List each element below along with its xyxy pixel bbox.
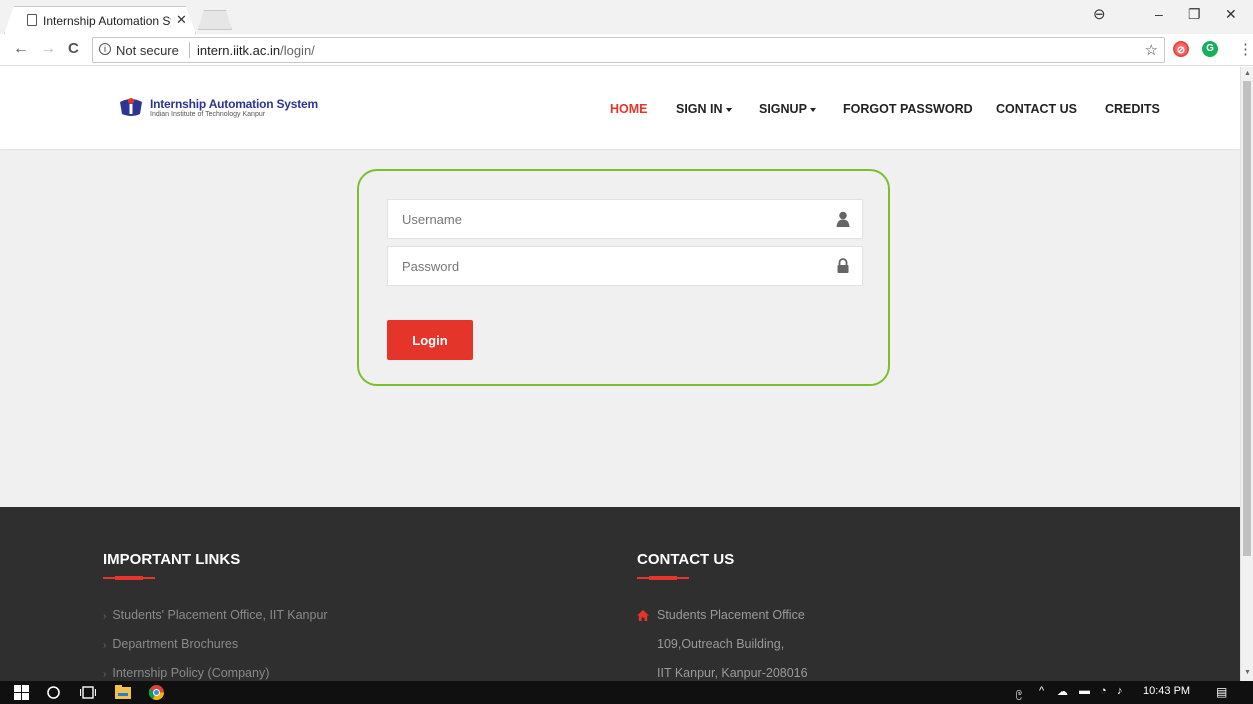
footer-link[interactable]: › Department Brochures [103, 637, 238, 651]
windows-icon[interactable] [14, 685, 29, 700]
url-text[interactable]: intern.iitk.ac.in/login/ [197, 43, 315, 58]
contact-us-heading: CONTACT US [637, 551, 735, 568]
contact-address-line-1: 109,Outreach Building, [657, 637, 785, 651]
back-icon[interactable]: ← [13, 40, 29, 58]
site-footer: IMPORTANT LINKS › Students' Placement Off… [0, 507, 1240, 681]
heading-underline [637, 576, 689, 580]
browser-tab[interactable]: Internship Automation Sy ✕ [4, 6, 196, 34]
file-explorer-icon[interactable] [115, 685, 131, 700]
grammarly-icon[interactable]: G [1202, 41, 1218, 57]
reload-icon[interactable]: C [68, 40, 79, 57]
volume-icon[interactable]: ♪ [1117, 685, 1123, 697]
page-scrollbar[interactable]: ▲ ▼ [1240, 67, 1253, 681]
heading-underline [103, 576, 155, 580]
clock[interactable]: 10:43 PM [1143, 685, 1190, 697]
footer-link-label: Internship Policy (Company) [112, 666, 270, 680]
nav-signup-label: SIGNUP [759, 102, 807, 116]
window-close-button[interactable]: ✕ [1225, 6, 1237, 23]
footer-link-label: Students' Placement Office, IIT Kanpur [112, 608, 328, 622]
security-label: Not secure [116, 43, 179, 58]
user-icon [836, 211, 850, 227]
username-field[interactable] [387, 199, 863, 239]
nav-contact-us[interactable]: CONTACT US [996, 102, 1077, 116]
page-viewport: Internship Automation System Indian Inst… [0, 67, 1240, 681]
omnibox-divider [189, 42, 190, 58]
footer-link-label: Department Brochures [112, 637, 239, 651]
chevron-down-icon [725, 107, 732, 112]
star-icon[interactable]: ☆ [1145, 41, 1158, 59]
important-links-heading: IMPORTANT LINKS [103, 551, 241, 568]
windows-taskbar: ဨ ^ ☁ ▬ ◔ ♪ 10:43 PM ▤ [0, 681, 1253, 704]
profile-icon[interactable]: ⊖ [1093, 5, 1106, 23]
username-input[interactable] [388, 200, 808, 238]
info-icon[interactable]: i [99, 43, 111, 55]
new-tab-button[interactable] [198, 10, 232, 30]
address-bar-row: ← → C i Not secure intern.iitk.ac.in/log… [0, 34, 1253, 66]
chevron-right-icon: › [103, 640, 107, 651]
contact-office: Students Placement Office [657, 608, 805, 622]
nav-home[interactable]: HOME [610, 102, 648, 116]
brand[interactable]: Internship Automation System Indian Inst… [150, 97, 318, 118]
password-input[interactable] [388, 247, 808, 285]
url-path: /login/ [280, 43, 315, 58]
close-icon[interactable]: ✕ [176, 12, 187, 28]
page-icon [27, 14, 37, 26]
password-field[interactable] [387, 246, 863, 286]
chevron-down-icon [809, 107, 816, 112]
site-header: Internship Automation System Indian Inst… [0, 67, 1240, 149]
scroll-thumb[interactable] [1243, 81, 1251, 556]
tab-title: Internship Automation Sy [43, 14, 171, 28]
chrome-icon[interactable] [149, 685, 164, 700]
scroll-up-icon[interactable]: ▲ [1244, 70, 1251, 77]
nav-signup[interactable]: SIGNUP [759, 102, 816, 116]
login-button[interactable]: Login [387, 320, 473, 360]
forward-icon[interactable]: → [40, 40, 56, 58]
wifi-icon[interactable]: ◔ [1100, 685, 1107, 697]
action-center-icon[interactable]: ▤ [1216, 685, 1227, 699]
home-icon [637, 610, 649, 621]
footer-link[interactable]: › Students' Placement Office, IIT Kanpur [103, 608, 328, 622]
tab-strip: Internship Automation Sy ✕ ⊖ – ❐ ✕ [0, 0, 1253, 34]
task-view-icon[interactable] [80, 685, 96, 700]
contact-address-line-2: IIT Kanpur, Kanpur-208016 [657, 666, 808, 680]
show-hidden-icons[interactable]: ^ [1039, 685, 1044, 697]
browser-menu-icon[interactable]: ⋮ [1238, 40, 1253, 58]
nav-credits[interactable]: CREDITS [1105, 102, 1160, 116]
chevron-right-icon: › [103, 611, 107, 622]
url-host: intern.iitk.ac.in [197, 43, 281, 58]
restore-button[interactable]: ❐ [1188, 6, 1201, 23]
nav-sign-in[interactable]: SIGN IN [676, 102, 732, 116]
onedrive-icon[interactable]: ☁ [1057, 685, 1068, 698]
logo-icon[interactable] [118, 96, 144, 118]
nav-sign-in-label: SIGN IN [676, 102, 723, 116]
lock-icon [837, 258, 849, 273]
battery-icon[interactable]: ▬ [1079, 685, 1090, 697]
login-card: Login [357, 169, 890, 386]
nav-forgot-password[interactable]: FORGOT PASSWORD [843, 102, 973, 116]
omnibox[interactable]: i Not secure intern.iitk.ac.in/login/ ☆ [92, 37, 1165, 63]
people-icon[interactable]: ဨ [1016, 685, 1022, 701]
scroll-down-icon[interactable]: ▼ [1244, 669, 1251, 676]
brand-subtitle: Indian Institute of Technology Kanpur [150, 111, 266, 118]
extension-block-icon[interactable]: ⊘ [1173, 41, 1189, 57]
chevron-right-icon: › [103, 669, 107, 680]
search-icon[interactable] [46, 685, 61, 700]
minimize-button[interactable]: – [1155, 6, 1163, 22]
brand-name: Internship Automation System [150, 97, 318, 111]
footer-link[interactable]: › Internship Policy (Company) [103, 666, 269, 680]
